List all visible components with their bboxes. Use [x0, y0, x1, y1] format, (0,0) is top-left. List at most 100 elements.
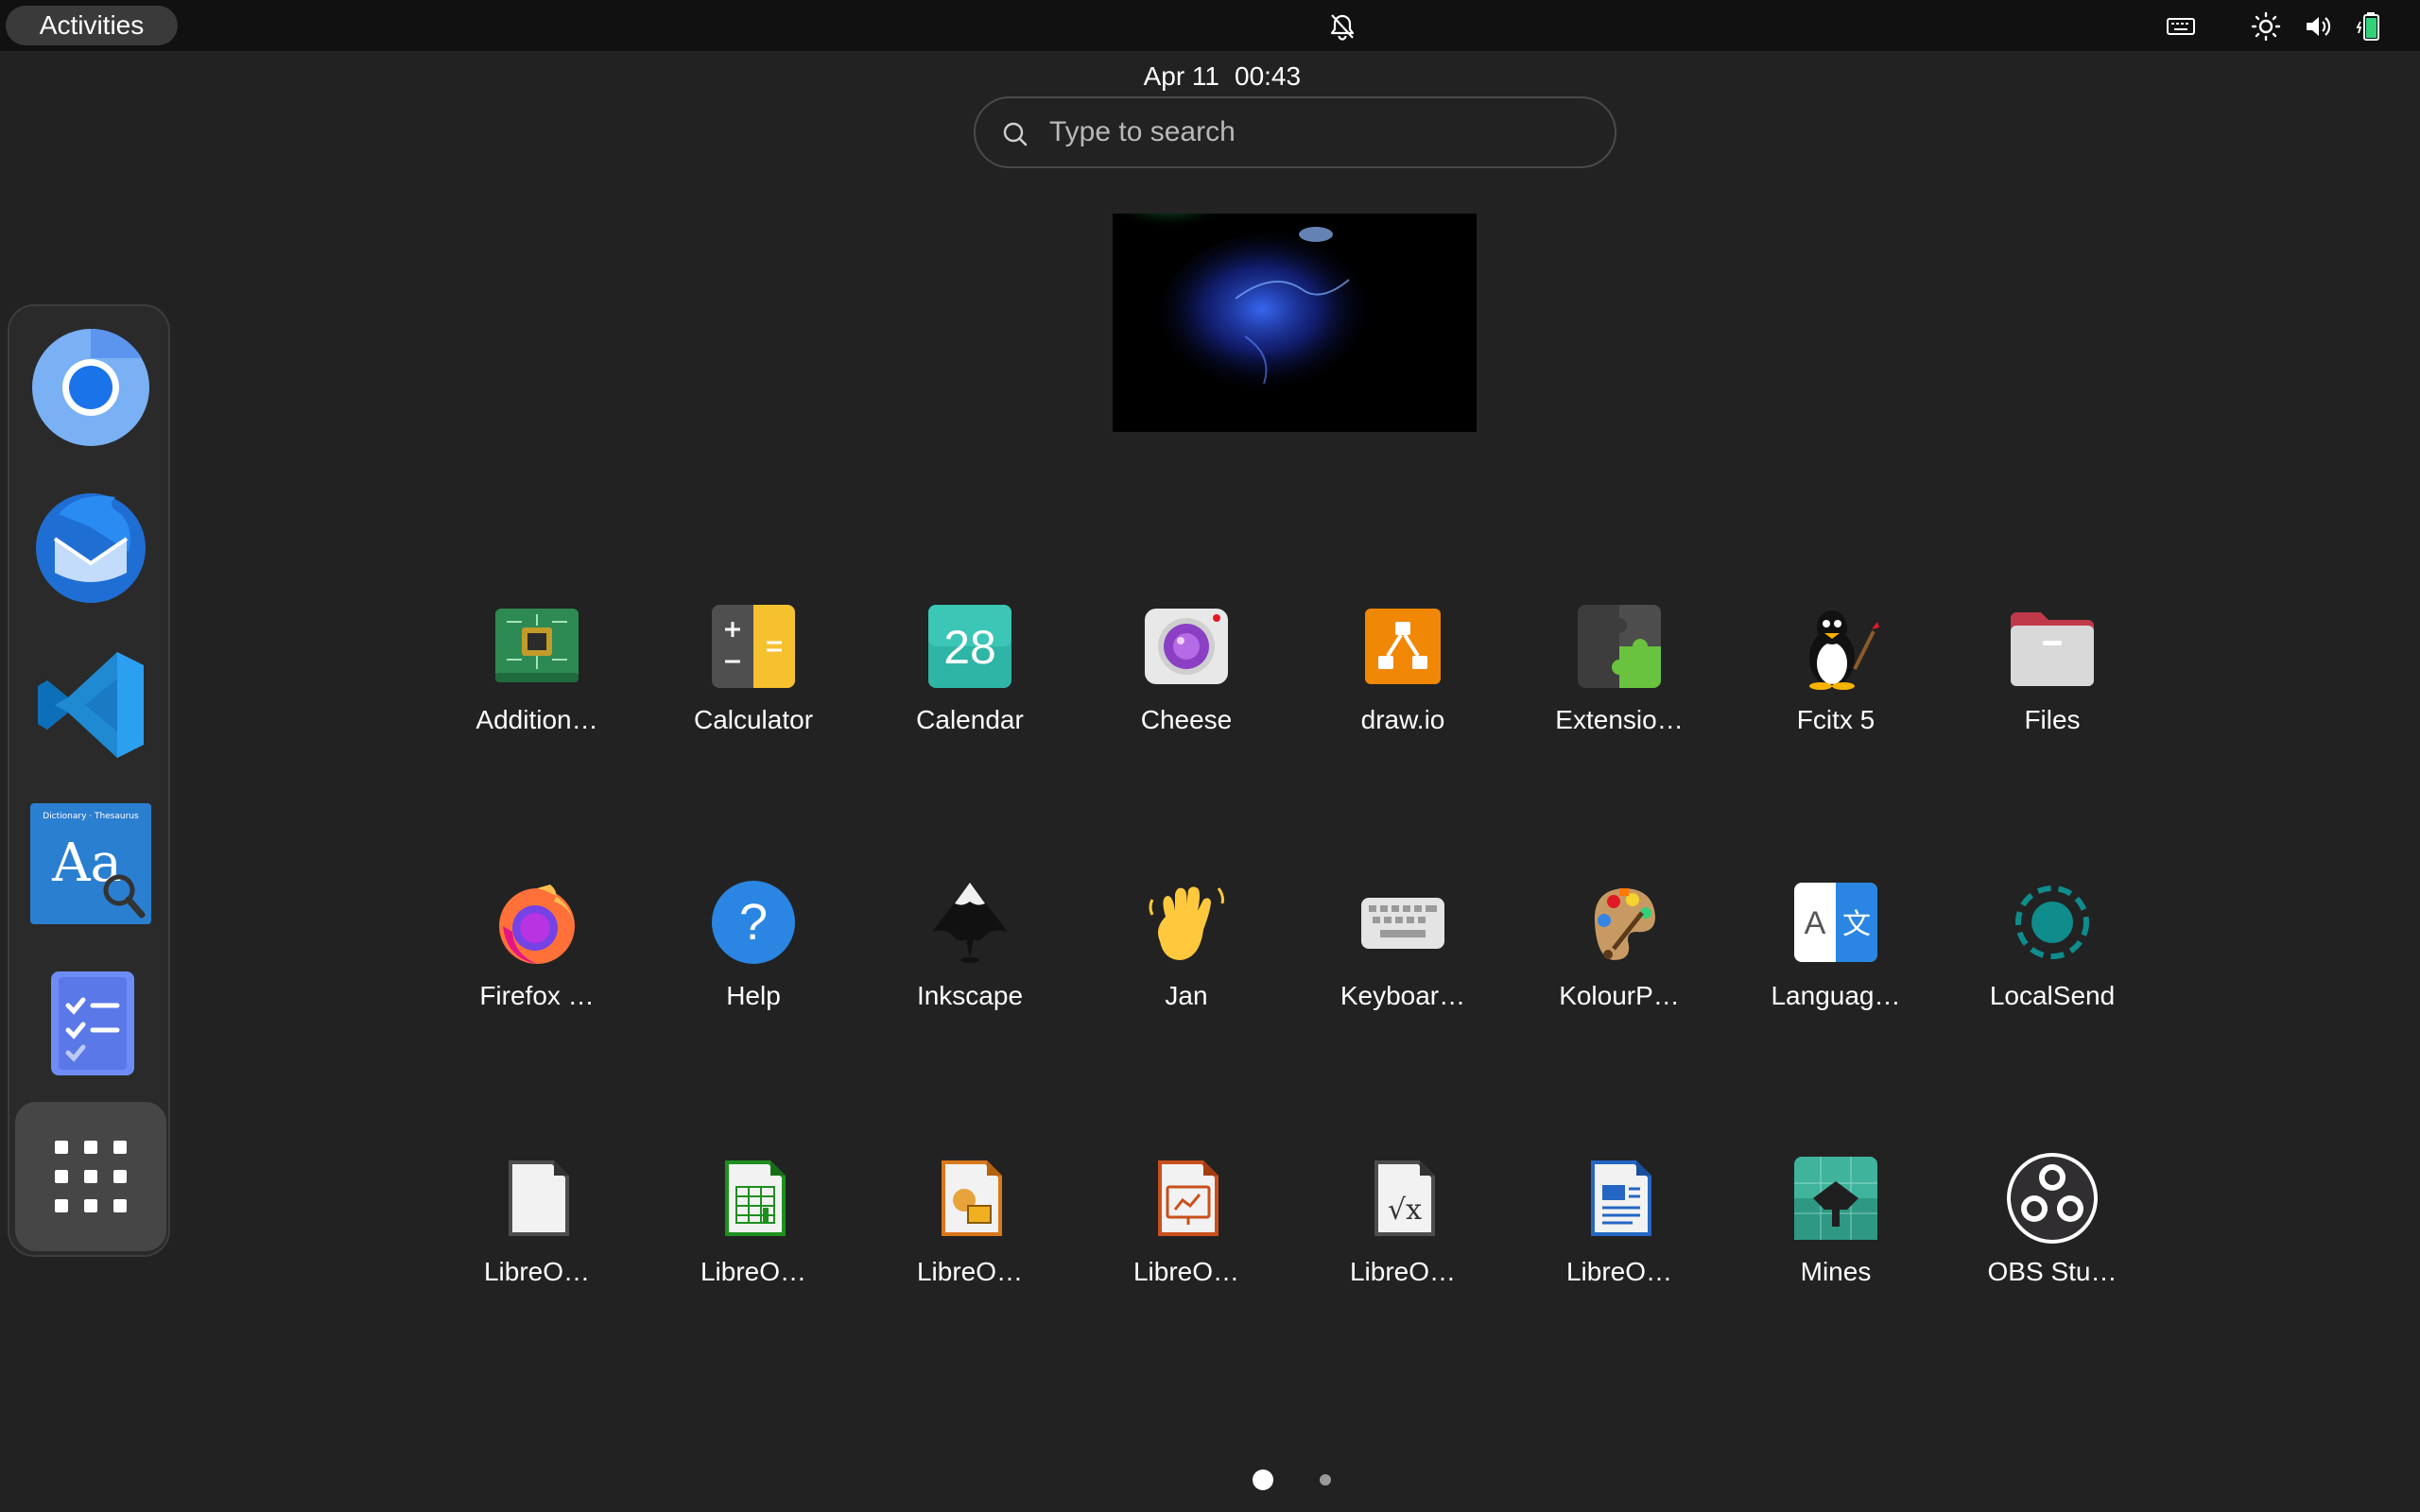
app-label: Firefox … — [479, 981, 595, 1010]
libreoffice-math-icon-glyph: √x — [1388, 1194, 1422, 1227]
app-obs-studio[interactable]: OBS Stu… — [1958, 1151, 2147, 1302]
app-calculator[interactable]: Calculator — [659, 599, 848, 750]
calendar-icon-day: 28 — [943, 621, 996, 674]
keyboard-icon[interactable] — [2165, 10, 2197, 43]
vscode-icon — [38, 652, 144, 758]
app-label: Files — [2024, 705, 2081, 734]
page-indicator-1[interactable] — [1253, 1469, 1273, 1490]
search-input[interactable] — [1049, 108, 1579, 157]
activities-button[interactable]: Activities — [6, 6, 178, 45]
clock-time: 00:43 — [1235, 61, 1302, 91]
app-label: KolourP… — [1559, 981, 1680, 1010]
app-help[interactable]: ? Help — [659, 875, 848, 1026]
battery-icon[interactable] — [2356, 10, 2388, 43]
app-label: LibreO… — [700, 1257, 807, 1286]
libreoffice-writer-icon — [1591, 1160, 1651, 1236]
dock-tasks[interactable] — [28, 960, 153, 1085]
app-label: LibreO… — [916, 1257, 1024, 1286]
language-icon-latin: A — [1805, 905, 1826, 941]
app-label: draw.io — [1360, 705, 1445, 734]
app-calendar[interactable]: 28 Calendar — [875, 599, 1064, 750]
app-label: LibreO… — [1132, 1257, 1240, 1286]
app-jan[interactable]: Jan — [1092, 875, 1281, 1026]
dictionary-caption: Dictionary · Thesaurus — [43, 812, 139, 821]
language-icon-cjk: 文 — [1842, 908, 1871, 941]
app-label: LibreO… — [1565, 1257, 1673, 1286]
app-mines[interactable]: Mines — [1741, 1151, 1930, 1302]
additional-drivers-icon — [495, 609, 579, 682]
localsend-icon — [2015, 885, 2089, 959]
app-label: Inkscape — [916, 981, 1024, 1010]
app-libreoffice-calc[interactable]: LibreO… — [659, 1151, 848, 1302]
firefox-icon — [499, 885, 575, 964]
dock-thunderbird[interactable] — [28, 484, 153, 609]
app-label: Fcitx 5 — [1796, 705, 1876, 734]
mines-icon — [1794, 1157, 1877, 1240]
app-additional-drivers[interactable]: Addition… — [442, 599, 631, 750]
files-icon — [2011, 612, 2094, 686]
app-libreoffice[interactable]: LibreO… — [442, 1151, 631, 1302]
show-apps-button[interactable] — [15, 1102, 166, 1251]
app-libreoffice-writer[interactable]: LibreO… — [1525, 1151, 1714, 1302]
top-bar: Activities Apr 11 00:43 — [0, 0, 2420, 91]
jan-icon — [1149, 886, 1224, 960]
app-extensions[interactable]: Extensio… — [1525, 599, 1714, 750]
app-label: LibreO… — [483, 1257, 591, 1286]
app-label: Mines — [1800, 1257, 1872, 1286]
libreoffice-draw-icon — [942, 1160, 1002, 1236]
app-kolourpaint[interactable]: KolourP… — [1525, 875, 1714, 1026]
libreoffice-impress-icon — [1158, 1160, 1219, 1236]
clock-date: Apr 11 — [1143, 61, 1219, 91]
workspace-thumbnail[interactable] — [1113, 214, 1477, 432]
app-label: Help — [726, 981, 781, 1010]
app-libreoffice-impress[interactable]: LibreO… — [1092, 1151, 1281, 1302]
app-label: LibreO… — [1349, 1257, 1457, 1286]
libreoffice-calc-icon — [725, 1160, 786, 1236]
language-icon: A 文 — [1794, 883, 1877, 962]
app-label: Calculator — [693, 705, 814, 734]
app-language[interactable]: A 文 Languag… — [1741, 875, 1930, 1026]
cheese-icon — [1145, 609, 1228, 684]
calculator-icon — [712, 605, 795, 688]
inkscape-icon — [932, 883, 1008, 963]
search-bar[interactable] — [974, 96, 1616, 168]
bell-off-icon[interactable] — [1327, 11, 1357, 42]
wallpaper-image — [1113, 214, 1477, 432]
libreoffice-math-icon: √x — [1374, 1160, 1435, 1236]
calendar-icon: 28 — [928, 605, 1011, 688]
app-files[interactable]: Files — [1958, 599, 2147, 750]
app-label: Jan — [1165, 981, 1208, 1010]
extensions-icon — [1578, 605, 1661, 688]
volume-icon[interactable] — [2303, 10, 2335, 43]
help-icon: ? — [712, 881, 795, 964]
libreoffice-icon — [509, 1160, 569, 1236]
app-label: OBS Stu… — [1987, 1257, 2118, 1286]
app-cheese[interactable]: Cheese — [1092, 599, 1281, 750]
brightness-icon[interactable] — [2250, 10, 2282, 43]
app-inkscape[interactable]: Inkscape — [875, 875, 1064, 1026]
page-indicator-2[interactable] — [1320, 1474, 1331, 1486]
dock: Dictionary · Thesaurus Aa — [8, 304, 170, 1257]
app-label: Addition… — [475, 705, 598, 734]
app-libreoffice-math[interactable]: √x LibreO… — [1308, 1151, 1497, 1302]
app-fcitx[interactable]: Fcitx 5 — [1741, 599, 1930, 750]
dictionary-icon: Dictionary · Thesaurus Aa — [30, 803, 151, 924]
app-keyboard[interactable]: Keyboar… — [1308, 875, 1497, 1026]
dock-vscode[interactable] — [28, 643, 153, 767]
tasks-icon — [51, 971, 134, 1075]
app-label: Cheese — [1140, 705, 1233, 734]
app-drawio[interactable]: draw.io — [1308, 599, 1497, 750]
dock-dictionary[interactable]: Dictionary · Thesaurus Aa — [28, 801, 153, 926]
app-label: Languag… — [1771, 981, 1901, 1010]
kolourpaint-icon — [1594, 888, 1655, 960]
app-label: LocalSend — [1989, 981, 2116, 1010]
app-firefox[interactable]: Firefox … — [442, 875, 631, 1026]
thunderbird-icon — [36, 493, 146, 603]
fcitx-icon — [1809, 610, 1879, 690]
app-localsend[interactable]: LocalSend — [1958, 875, 2147, 1026]
app-libreoffice-draw[interactable]: LibreO… — [875, 1151, 1064, 1302]
obs-studio-icon — [2007, 1153, 2098, 1244]
app-label: Calendar — [916, 705, 1024, 734]
keyboard-app-icon — [1361, 898, 1444, 949]
dock-chromium[interactable] — [28, 325, 153, 450]
